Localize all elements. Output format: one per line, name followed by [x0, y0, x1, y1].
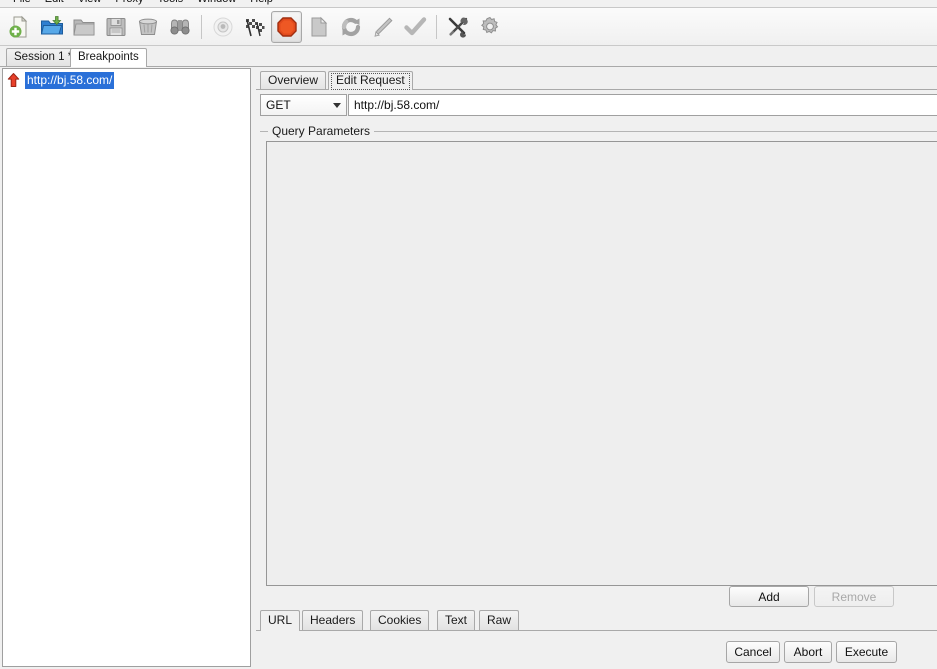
- method-select-value: GET: [266, 98, 291, 112]
- checkmark-icon[interactable]: [399, 11, 430, 43]
- method-select[interactable]: GET: [260, 94, 347, 116]
- tab-overview[interactable]: Overview: [260, 71, 327, 90]
- pencil-icon[interactable]: [367, 11, 398, 43]
- remove-button: Remove: [814, 586, 894, 607]
- tab-text[interactable]: Text: [437, 610, 476, 631]
- menu-item-proxy[interactable]: Proxy: [108, 0, 150, 7]
- record-circle-icon[interactable]: [207, 11, 238, 43]
- page-icon[interactable]: [303, 11, 334, 43]
- tab-edit-request[interactable]: Edit Request: [328, 71, 413, 90]
- checkered-flag-icon[interactable]: [239, 11, 270, 43]
- query-parameters-label: Query Parameters: [268, 124, 375, 138]
- menu-item-file[interactable]: File: [6, 0, 38, 7]
- tab-raw[interactable]: Raw: [479, 610, 520, 631]
- tree-item-label: http://bj.58.com/: [25, 71, 115, 89]
- menu-item-window[interactable]: Window: [190, 0, 243, 7]
- tab-breakpoints[interactable]: Breakpoints: [70, 48, 147, 67]
- save-disk-icon[interactable]: [100, 11, 131, 43]
- tree-item-request[interactable]: http://bj.58.com/: [5, 71, 115, 89]
- query-parameters-group: Query Parameters: [260, 124, 937, 591]
- url-input[interactable]: http://bj.58.com/: [348, 94, 937, 116]
- query-parameters-table[interactable]: [266, 141, 937, 586]
- chevron-down-icon: [328, 102, 346, 108]
- abort-button[interactable]: Abort: [784, 641, 832, 663]
- tab-edit-request-label: Edit Request: [336, 73, 405, 87]
- execute-button[interactable]: Execute: [836, 641, 897, 663]
- tab-url[interactable]: URL: [260, 610, 301, 631]
- binoculars-icon[interactable]: [164, 11, 195, 43]
- cancel-button[interactable]: Cancel: [726, 641, 780, 663]
- red-up-arrow-icon: [5, 72, 22, 89]
- tools-icon[interactable]: [442, 11, 473, 43]
- open-folder-icon[interactable]: [36, 11, 67, 43]
- toolbar: [0, 8, 937, 46]
- menu-bar: File Edit View Proxy Tools Window Help: [0, 0, 937, 8]
- toolbar-separator: [201, 14, 202, 39]
- menu-item-view[interactable]: View: [71, 0, 109, 7]
- new-file-icon[interactable]: [4, 11, 35, 43]
- session-tab-bar: Session 1 * Breakpoints: [0, 46, 937, 67]
- gear-icon[interactable]: [474, 11, 505, 43]
- tab-headers[interactable]: Headers: [302, 610, 364, 631]
- toolbar-separator-2: [436, 14, 437, 39]
- add-button[interactable]: Add: [729, 586, 809, 607]
- body-tab-divider: [256, 630, 937, 631]
- menu-item-edit[interactable]: Edit: [38, 0, 71, 7]
- folder-icon[interactable]: [68, 11, 99, 43]
- menu-item-help[interactable]: Help: [243, 0, 280, 7]
- tab-overview-label: Overview: [268, 73, 319, 87]
- request-editor-panel: Overview Edit Request GET http://bj.58.c…: [256, 68, 937, 669]
- trash-bin-icon[interactable]: [132, 11, 163, 43]
- stop-octagon-icon[interactable]: [271, 10, 302, 43]
- breakpoint-tree-panel[interactable]: http://bj.58.com/: [2, 68, 251, 667]
- menu-item-tools[interactable]: Tools: [150, 0, 190, 7]
- refresh-icon[interactable]: [335, 11, 366, 43]
- tab-cookies[interactable]: Cookies: [370, 610, 430, 631]
